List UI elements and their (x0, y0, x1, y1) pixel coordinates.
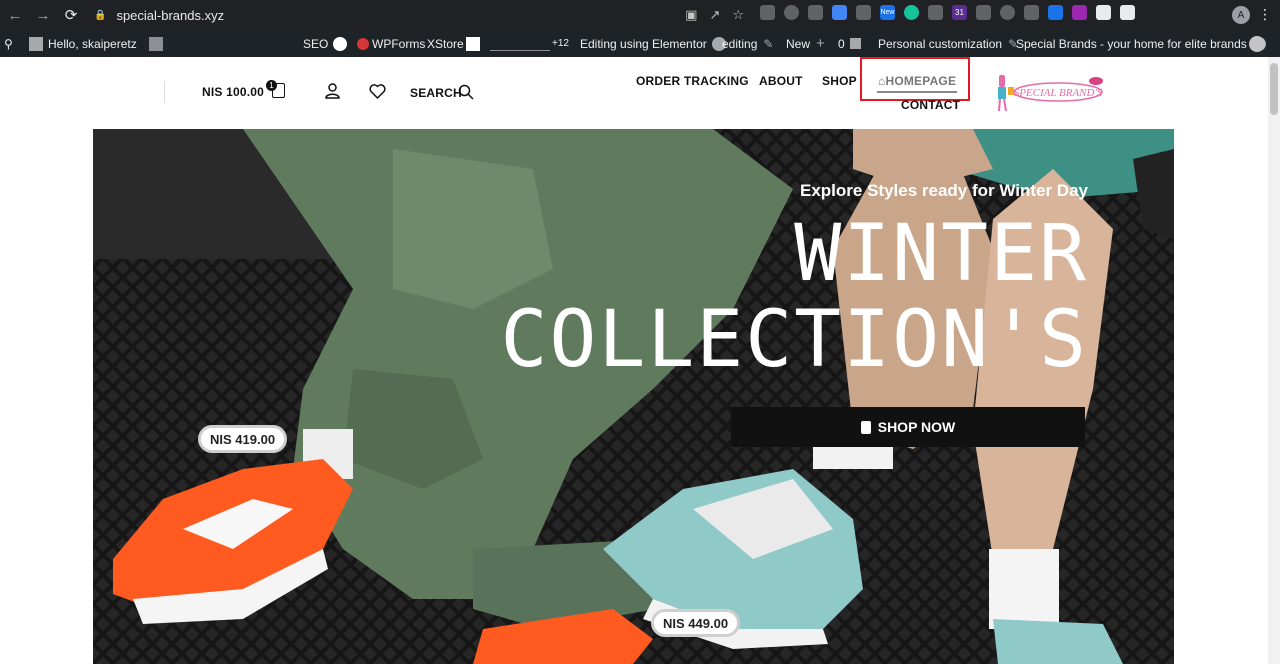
stats-delta: +12 (552, 38, 569, 49)
seo-menu[interactable]: SEO (303, 30, 348, 57)
notification-badge-icon (357, 37, 369, 50)
customize-menu[interactable]: Personal customization ✎ (878, 30, 1018, 57)
nav-shop[interactable]: SHOP (822, 74, 857, 88)
editing-label: editing (722, 36, 758, 51)
extensions-row: New 31 (760, 5, 1135, 20)
profile-avatar[interactable]: A (1232, 6, 1250, 24)
comments-menu[interactable]: 0 (838, 30, 866, 57)
greeting-text: Hello, skaiperetz (48, 36, 137, 51)
hero-subtitle: Explore Styles ready for Winter Day (799, 181, 1088, 200)
search-icon[interactable] (458, 84, 474, 100)
sparkline-chart (490, 37, 550, 51)
nav-order-tracking[interactable]: ORDER TRACKING (636, 74, 749, 88)
screen-record-icon[interactable] (1048, 5, 1063, 20)
price-hotspot-bottom[interactable]: NIS 449.00 (651, 609, 741, 637)
browser-toolbar: ← → ⟳ 🔒 special-brands.xyz ▣ ↗ ☆ New 31 … (0, 0, 1280, 30)
heart-icon[interactable] (369, 84, 386, 99)
elementor-label: Editing using Elementor (580, 36, 707, 51)
bookmark-star-icon[interactable]: ☆ (732, 7, 744, 23)
puzzle-icon[interactable] (1096, 5, 1111, 20)
customize-label: Personal customization (878, 36, 1003, 51)
plus-icon: + (816, 35, 825, 52)
extension-icon[interactable] (976, 5, 991, 20)
edit-menu[interactable]: editing ✎ (722, 30, 773, 57)
xstore-menu[interactable]: XStore (427, 30, 485, 57)
back-icon[interactable]: ← (2, 2, 28, 28)
xstore-icon (465, 36, 480, 51)
avatar (29, 36, 43, 51)
hero-banner: Explore Styles ready for Winter Day WINT… (93, 129, 1174, 664)
hero-title: WINTER COLLECTION'S (500, 211, 1088, 383)
wpforms-menu[interactable]: WPForms (357, 30, 425, 57)
docs-extension-icon[interactable] (832, 5, 847, 20)
hero-title-line2: COLLECTION'S (500, 295, 1088, 385)
wpforms-label: WPForms (372, 36, 426, 51)
page-scrollbar[interactable] (1268, 57, 1280, 664)
nav-contact[interactable]: CONTACT (901, 98, 960, 112)
price-hotspot-left[interactable]: NIS 419.00 (198, 425, 288, 453)
globe-extension-icon[interactable] (784, 5, 799, 20)
speech-bubble-icon[interactable] (148, 36, 163, 51)
reload-icon[interactable]: ⟳ (58, 2, 84, 28)
xstore-label: XStore (427, 36, 464, 51)
highlight-box (860, 57, 970, 101)
menu-icon[interactable]: ⋮ (1258, 6, 1272, 23)
wordpress-logo-shape (1249, 35, 1265, 52)
lock-icon: 🔒 (94, 9, 107, 21)
calendar-extension-icon[interactable]: 31 (952, 5, 967, 20)
logo-text: SPECIAL BRAND'S (1014, 87, 1103, 99)
nav-about[interactable]: ABOUT (759, 74, 803, 88)
hero-title-line1: WINTER (794, 209, 1088, 299)
share-icon[interactable]: ↗ (709, 7, 720, 23)
shopping-bag-icon (860, 420, 871, 434)
search-link[interactable]: SEARCH (410, 86, 462, 100)
camera-extension-icon[interactable] (856, 5, 871, 20)
cart-total[interactable]: NIS 100.00 (202, 85, 264, 99)
site-logo[interactable]: SPECIAL BRAND'S (990, 69, 1106, 113)
extension-icon[interactable] (928, 5, 943, 20)
grammarly-icon[interactable] (904, 5, 919, 20)
extension-icon[interactable] (760, 5, 775, 20)
new-menu[interactable]: New + (786, 30, 825, 57)
wordpress-logo-icon[interactable] (1249, 30, 1265, 57)
new-badge-extension-icon[interactable]: New (880, 5, 895, 20)
pencil-icon: ✎ (763, 36, 774, 51)
forward-icon[interactable]: → (30, 2, 56, 28)
feather-extension-icon[interactable] (1072, 5, 1087, 20)
header-divider (164, 81, 165, 103)
cart-count-badge: 1 (266, 80, 277, 91)
new-label: New (786, 36, 811, 51)
sidebar-icon[interactable] (1120, 5, 1135, 20)
site-name-label: Special Brands - your home for elite bra… (1016, 36, 1247, 51)
stats-sparkline[interactable]: +12 (490, 30, 569, 57)
address-bar[interactable]: 🔒 special-brands.xyz ▣ ↗ ☆ (84, 4, 750, 26)
seo-gear-icon (333, 36, 348, 51)
shop-now-button[interactable]: SHOP NOW (731, 407, 1085, 447)
site-header: NIS 100.00 1 SEARCH ORDER TRACKING ABOUT… (0, 57, 1268, 129)
elementor-menu[interactable]: Editing using Elementor (580, 30, 726, 57)
scrollbar-thumb[interactable] (1270, 63, 1278, 115)
extension-icon[interactable] (1000, 5, 1015, 20)
shop-now-label: SHOP NOW (877, 419, 956, 435)
comments-count: 0 (838, 36, 845, 51)
pen-extension-icon[interactable] (1024, 5, 1039, 20)
extension-icon[interactable] (808, 5, 823, 20)
translate-icon[interactable]: ▣ (685, 7, 697, 23)
wp-admin-bar: ⚲ Hello, skaiperetz SEO WPForms XStore +… (0, 30, 1280, 57)
search-icon[interactable]: ⚲ (4, 30, 13, 57)
site-name-menu[interactable]: Special Brands - your home for elite bra… (1016, 30, 1266, 57)
user-icon[interactable] (325, 83, 340, 99)
admin-greeting[interactable]: Hello, skaiperetz (29, 30, 168, 57)
seo-label: SEO (303, 36, 329, 51)
comment-icon (849, 38, 861, 49)
url-text: special-brands.xyz (116, 7, 225, 23)
